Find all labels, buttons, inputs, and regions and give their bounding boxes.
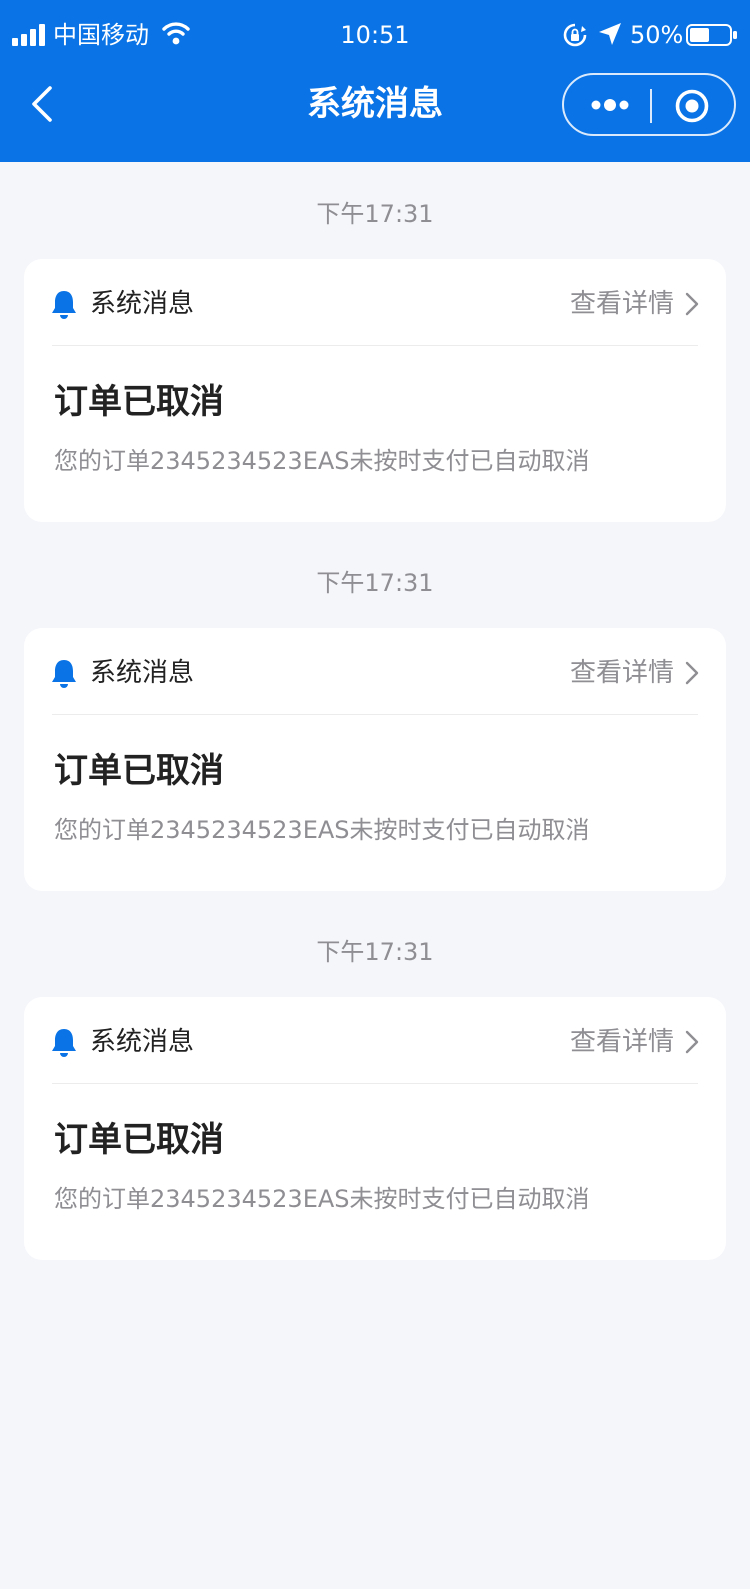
card-divider — [52, 714, 698, 715]
battery-percentage: 50% — [630, 21, 684, 49]
message-body: 您的订单2345234523EAS未按时支付已自动取消 — [54, 447, 590, 475]
capsule-divider — [650, 89, 652, 123]
battery-icon — [686, 24, 737, 46]
mini-program-capsule — [562, 73, 736, 136]
chevron-right-icon[interactable] — [684, 661, 700, 685]
more-dots-icon[interactable] — [590, 91, 630, 119]
message-heading: 订单已取消 — [54, 751, 224, 791]
message-category: 系统消息 — [90, 1027, 195, 1057]
bell-icon — [52, 291, 76, 319]
message-card[interactable]: 系统消息 查看详情 订单已取消 您的订单2345234523EAS未按时支付已自… — [24, 259, 726, 522]
card-divider — [52, 345, 698, 346]
message-heading: 订单已取消 — [54, 382, 224, 422]
message-body: 您的订单2345234523EAS未按时支付已自动取消 — [54, 816, 590, 844]
bell-icon — [52, 1029, 76, 1057]
bell-icon — [52, 660, 76, 688]
chevron-right-icon[interactable] — [684, 1030, 700, 1054]
message-time: 下午17:31 — [316, 938, 434, 966]
rotation-lock-icon — [563, 23, 587, 47]
message-card[interactable]: 系统消息 查看详情 订单已取消 您的订单2345234523EAS未按时支付已自… — [24, 628, 726, 891]
chevron-right-icon[interactable] — [684, 292, 700, 316]
message-card[interactable]: 系统消息 查看详情 订单已取消 您的订单2345234523EAS未按时支付已自… — [24, 997, 726, 1260]
target-icon[interactable] — [674, 88, 710, 124]
header: 中国移动 10:51 50% 系统消息 — [0, 0, 750, 162]
status-bar: 中国移动 10:51 50% — [0, 0, 750, 70]
location-icon — [599, 23, 621, 45]
message-body: 您的订单2345234523EAS未按时支付已自动取消 — [54, 1185, 590, 1213]
card-divider — [52, 1083, 698, 1084]
message-time: 下午17:31 — [316, 569, 434, 597]
view-details-link[interactable]: 查看详情 — [570, 285, 674, 323]
message-category: 系统消息 — [90, 289, 195, 319]
view-details-link[interactable]: 查看详情 — [570, 654, 674, 692]
message-heading: 订单已取消 — [54, 1120, 224, 1160]
message-time: 下午17:31 — [316, 200, 434, 228]
message-category: 系统消息 — [90, 658, 195, 688]
view-details-link[interactable]: 查看详情 — [570, 1023, 674, 1061]
